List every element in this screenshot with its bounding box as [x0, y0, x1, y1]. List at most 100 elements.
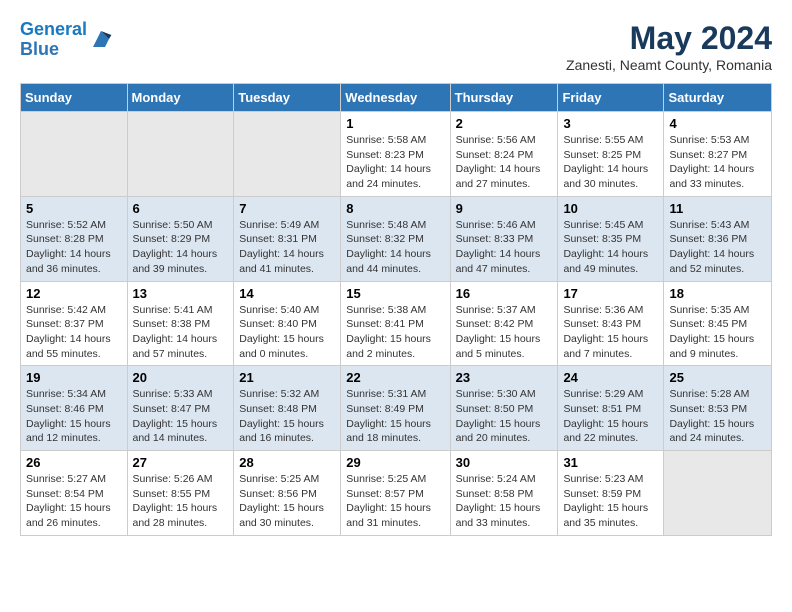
day-info: Sunrise: 5:27 AMSunset: 8:54 PMDaylight:… — [26, 472, 122, 531]
day-number: 31 — [563, 455, 658, 470]
day-number: 24 — [563, 370, 658, 385]
day-info: Sunrise: 5:25 AMSunset: 8:56 PMDaylight:… — [239, 472, 335, 531]
day-info: Sunrise: 5:30 AMSunset: 8:50 PMDaylight:… — [456, 387, 553, 446]
logo-icon — [89, 27, 113, 51]
day-number: 26 — [26, 455, 122, 470]
calendar-cell: 25 Sunrise: 5:28 AMSunset: 8:53 PMDayligh… — [664, 366, 772, 451]
calendar-cell: 21Sunrise: 5:32 AMSunset: 8:48 PMDayligh… — [234, 366, 341, 451]
calendar-cell — [127, 112, 234, 197]
day-number: 5 — [26, 201, 122, 216]
day-info: Sunrise: 5:35 AMSunset: 8:45 PMDaylight:… — [669, 303, 766, 362]
header-cell-tuesday: Tuesday — [234, 84, 341, 112]
header-cell-saturday: Saturday — [664, 84, 772, 112]
day-number: 19 — [26, 370, 122, 385]
day-info: Sunrise: 5:33 AMSunset: 8:47 PMDaylight:… — [133, 387, 229, 446]
day-info: Sunrise: 5:49 AMSunset: 8:31 PMDaylight:… — [239, 218, 335, 277]
header-cell-friday: Friday — [558, 84, 664, 112]
day-info: Sunrise: 5:23 AMSunset: 8:59 PMDaylight:… — [563, 472, 658, 531]
calendar-cell: 15 Sunrise: 5:38 AMSunset: 8:41 PMDayligh… — [341, 281, 450, 366]
calendar-cell: 2 Sunrise: 5:56 AMSunset: 8:24 PMDaylight… — [450, 112, 558, 197]
calendar-cell: 24Sunrise: 5:29 AMSunset: 8:51 PMDayligh… — [558, 366, 664, 451]
day-number: 17 — [563, 286, 658, 301]
day-info: Sunrise: 5:50 AMSunset: 8:29 PMDaylight:… — [133, 218, 229, 277]
calendar-cell: 31 Sunrise: 5:23 AMSunset: 8:59 PMDayligh… — [558, 451, 664, 536]
day-number: 13 — [133, 286, 229, 301]
day-number: 11 — [669, 201, 766, 216]
day-number: 28 — [239, 455, 335, 470]
calendar-cell: 18 Sunrise: 5:35 AMSunset: 8:45 PMDayligh… — [664, 281, 772, 366]
calendar-body: 1 Sunrise: 5:58 AMSunset: 8:23 PMDaylight… — [21, 112, 772, 536]
calendar-cell: 30 Sunrise: 5:24 AMSunset: 8:58 PMDayligh… — [450, 451, 558, 536]
day-info: Sunrise: 5:56 AMSunset: 8:24 PMDaylight:… — [456, 133, 553, 192]
calendar-cell: 17 Sunrise: 5:36 AMSunset: 8:43 PMDayligh… — [558, 281, 664, 366]
day-info: Sunrise: 5:38 AMSunset: 8:41 PMDaylight:… — [346, 303, 444, 362]
day-info: Sunrise: 5:45 AMSunset: 8:35 PMDaylight:… — [563, 218, 658, 277]
calendar-cell: 1 Sunrise: 5:58 AMSunset: 8:23 PMDaylight… — [341, 112, 450, 197]
day-info: Sunrise: 5:58 AMSunset: 8:23 PMDaylight:… — [346, 133, 444, 192]
calendar-table: SundayMondayTuesdayWednesdayThursdayFrid… — [20, 83, 772, 536]
month-title: May 2024 — [566, 20, 772, 57]
day-number: 1 — [346, 116, 444, 131]
day-info: Sunrise: 5:25 AMSunset: 8:57 PMDaylight:… — [346, 472, 444, 531]
calendar-cell — [234, 112, 341, 197]
day-info: Sunrise: 5:42 AMSunset: 8:37 PMDaylight:… — [26, 303, 122, 362]
day-number: 18 — [669, 286, 766, 301]
logo: GeneralBlue — [20, 20, 113, 60]
day-info: Sunrise: 5:53 AMSunset: 8:27 PMDaylight:… — [669, 133, 766, 192]
calendar-cell — [21, 112, 128, 197]
calendar-cell: 9 Sunrise: 5:46 AMSunset: 8:33 PMDaylight… — [450, 196, 558, 281]
day-info: Sunrise: 5:46 AMSunset: 8:33 PMDaylight:… — [456, 218, 553, 277]
day-info: Sunrise: 5:36 AMSunset: 8:43 PMDaylight:… — [563, 303, 658, 362]
day-info: Sunrise: 5:48 AMSunset: 8:32 PMDaylight:… — [346, 218, 444, 277]
calendar-cell — [664, 451, 772, 536]
day-number: 25 — [669, 370, 766, 385]
day-number: 27 — [133, 455, 229, 470]
day-info: Sunrise: 5:34 AMSunset: 8:46 PMDaylight:… — [26, 387, 122, 446]
header-cell-monday: Monday — [127, 84, 234, 112]
calendar-cell: 5Sunrise: 5:52 AMSunset: 8:28 PMDaylight… — [21, 196, 128, 281]
calendar-header-row: SundayMondayTuesdayWednesdayThursdayFrid… — [21, 84, 772, 112]
day-info: Sunrise: 5:55 AMSunset: 8:25 PMDaylight:… — [563, 133, 658, 192]
calendar-cell: 26 Sunrise: 5:27 AMSunset: 8:54 PMDayligh… — [21, 451, 128, 536]
calendar-cell: 12 Sunrise: 5:42 AMSunset: 8:37 PMDayligh… — [21, 281, 128, 366]
day-number: 15 — [346, 286, 444, 301]
day-info: Sunrise: 5:31 AMSunset: 8:49 PMDaylight:… — [346, 387, 444, 446]
day-number: 21 — [239, 370, 335, 385]
day-number: 2 — [456, 116, 553, 131]
day-number: 12 — [26, 286, 122, 301]
header-cell-sunday: Sunday — [21, 84, 128, 112]
calendar-week-row: 1 Sunrise: 5:58 AMSunset: 8:23 PMDaylight… — [21, 112, 772, 197]
calendar-cell: 10 Sunrise: 5:45 AMSunset: 8:35 PMDayligh… — [558, 196, 664, 281]
day-info: Sunrise: 5:28 AMSunset: 8:53 PMDaylight:… — [669, 387, 766, 446]
calendar-cell: 14 Sunrise: 5:40 AMSunset: 8:40 PMDayligh… — [234, 281, 341, 366]
calendar-cell: 13Sunrise: 5:41 AMSunset: 8:38 PMDayligh… — [127, 281, 234, 366]
day-info: Sunrise: 5:24 AMSunset: 8:58 PMDaylight:… — [456, 472, 553, 531]
day-info: Sunrise: 5:37 AMSunset: 8:42 PMDaylight:… — [456, 303, 553, 362]
calendar-cell: 28 Sunrise: 5:25 AMSunset: 8:56 PMDayligh… — [234, 451, 341, 536]
calendar-cell: 4Sunrise: 5:53 AMSunset: 8:27 PMDaylight… — [664, 112, 772, 197]
calendar-cell: 19 Sunrise: 5:34 AMSunset: 8:46 PMDayligh… — [21, 366, 128, 451]
logo-text: GeneralBlue — [20, 20, 87, 60]
day-number: 9 — [456, 201, 553, 216]
calendar-week-row: 26 Sunrise: 5:27 AMSunset: 8:54 PMDayligh… — [21, 451, 772, 536]
day-number: 14 — [239, 286, 335, 301]
page-header: GeneralBlue May 2024 Zanesti, Neamt Coun… — [20, 20, 772, 73]
day-info: Sunrise: 5:40 AMSunset: 8:40 PMDaylight:… — [239, 303, 335, 362]
calendar-cell: 27 Sunrise: 5:26 AMSunset: 8:55 PMDayligh… — [127, 451, 234, 536]
calendar-week-row: 19 Sunrise: 5:34 AMSunset: 8:46 PMDayligh… — [21, 366, 772, 451]
calendar-week-row: 5Sunrise: 5:52 AMSunset: 8:28 PMDaylight… — [21, 196, 772, 281]
day-info: Sunrise: 5:26 AMSunset: 8:55 PMDaylight:… — [133, 472, 229, 531]
day-number: 6 — [133, 201, 229, 216]
calendar-cell: 8 Sunrise: 5:48 AMSunset: 8:32 PMDaylight… — [341, 196, 450, 281]
calendar-cell: 22Sunrise: 5:31 AMSunset: 8:49 PMDayligh… — [341, 366, 450, 451]
day-number: 30 — [456, 455, 553, 470]
title-section: May 2024 Zanesti, Neamt County, Romania — [566, 20, 772, 73]
calendar-cell: 7Sunrise: 5:49 AMSunset: 8:31 PMDaylight… — [234, 196, 341, 281]
day-number: 10 — [563, 201, 658, 216]
header-cell-thursday: Thursday — [450, 84, 558, 112]
day-number: 8 — [346, 201, 444, 216]
day-number: 20 — [133, 370, 229, 385]
calendar-cell: 23Sunrise: 5:30 AMSunset: 8:50 PMDayligh… — [450, 366, 558, 451]
calendar-cell: 20 Sunrise: 5:33 AMSunset: 8:47 PMDayligh… — [127, 366, 234, 451]
day-number: 16 — [456, 286, 553, 301]
